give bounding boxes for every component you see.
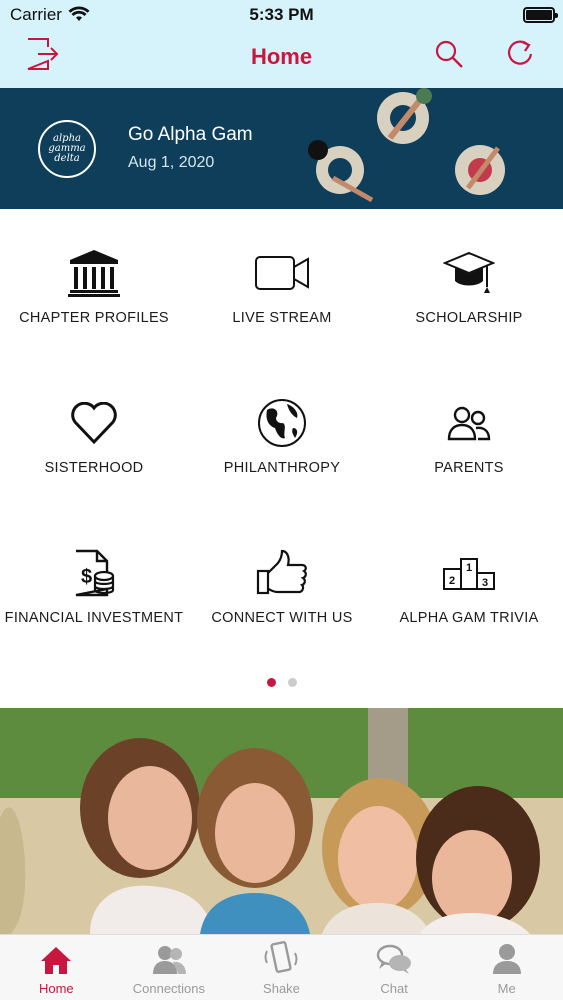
podium-icon: 213 [375,547,563,599]
svg-text:$: $ [81,566,92,588]
tab-label: Chat [380,981,408,996]
tile-financial-investment[interactable]: $ FINANCIAL INVESTMENT [0,509,188,659]
banner-date: Aug 1, 2020 [128,154,215,171]
tab-chat[interactable]: Chat [338,935,451,1000]
search-button[interactable] [431,38,467,74]
tile-connect-with-us[interactable]: CONNECT WITH US [188,509,376,659]
page-indicator[interactable] [0,678,563,687]
banner-name: Go Alpha Gam [128,124,253,145]
tab-home[interactable]: Home [0,935,113,1000]
tab-label: Shake [263,981,300,996]
connections-icon [113,935,226,975]
page-title: Home [250,44,313,69]
home-icon [0,935,113,975]
graduation-cap-icon [375,247,563,299]
globe-icon [188,397,376,449]
top-bar: Carrier 5:33 PM Home [0,0,563,88]
tile-parents[interactable]: PARENTS [375,359,563,509]
tab-bar: Home Connections Shake Chat Me [0,934,563,1000]
battery-icon [523,7,558,23]
page-dot-2[interactable] [287,678,297,687]
tile-label: PARENTS [434,460,504,476]
building-columns-icon [0,247,188,299]
tab-connections[interactable]: Connections [113,935,226,1000]
refresh-icon [506,39,536,74]
search-icon [434,39,464,74]
tile-label: SISTERHOOD [44,460,144,476]
tile-label: FINANCIAL INVESTMENT [4,610,184,626]
tile-chapter-profiles[interactable]: CHAPTER PROFILES [0,209,188,359]
chat-bubbles-icon [338,935,451,975]
thumbs-up-icon [188,547,376,599]
shake-phone-icon [225,935,338,975]
refresh-button[interactable] [503,38,539,74]
tile-label: ALPHA GAM TRIVIA [399,610,539,626]
tile-philanthropy[interactable]: PHILANTHROPY [188,359,376,509]
tile-label: LIVE STREAM [232,310,332,326]
person-icon [450,935,563,975]
tab-label: Me [497,981,516,996]
tile-label: SCHOLARSHIP [415,310,523,326]
status-bar: Carrier 5:33 PM [0,0,563,30]
page-dot-1[interactable] [266,678,276,687]
chapter-logo: alpha gamma delta [38,120,96,178]
tile-label: PHILANTHROPY [223,460,341,476]
tile-live-stream[interactable]: LIVE STREAM [188,209,376,359]
feature-grid: CHAPTER PROFILES LIVE STREAM SCHOLARSHIP… [0,209,563,659]
tile-sisterhood[interactable]: SISTERHOOD [0,359,188,509]
clock: 5:33 PM [249,5,314,24]
group-photo-illustration [0,708,563,934]
invoice-money-icon: $ [0,547,188,599]
tile-alpha-gam-trivia[interactable]: 213 ALPHA GAM TRIVIA [375,509,563,659]
heart-icon [0,397,188,449]
hero-photo [0,708,563,934]
people-icon [375,397,563,449]
tab-shake[interactable]: Shake [225,935,338,1000]
video-camera-icon [188,247,376,299]
tab-me[interactable]: Me [450,935,563,1000]
tile-scholarship[interactable]: SCHOLARSHIP [375,209,563,359]
tile-label: CHAPTER PROFILES [19,310,169,326]
tab-label: Connections [132,981,206,996]
svg-text:2: 2 [449,575,455,587]
tab-label: Home [38,981,74,996]
svg-text:3: 3 [482,577,488,589]
svg-text:1: 1 [466,562,472,574]
tile-label: CONNECT WITH US [211,610,353,626]
